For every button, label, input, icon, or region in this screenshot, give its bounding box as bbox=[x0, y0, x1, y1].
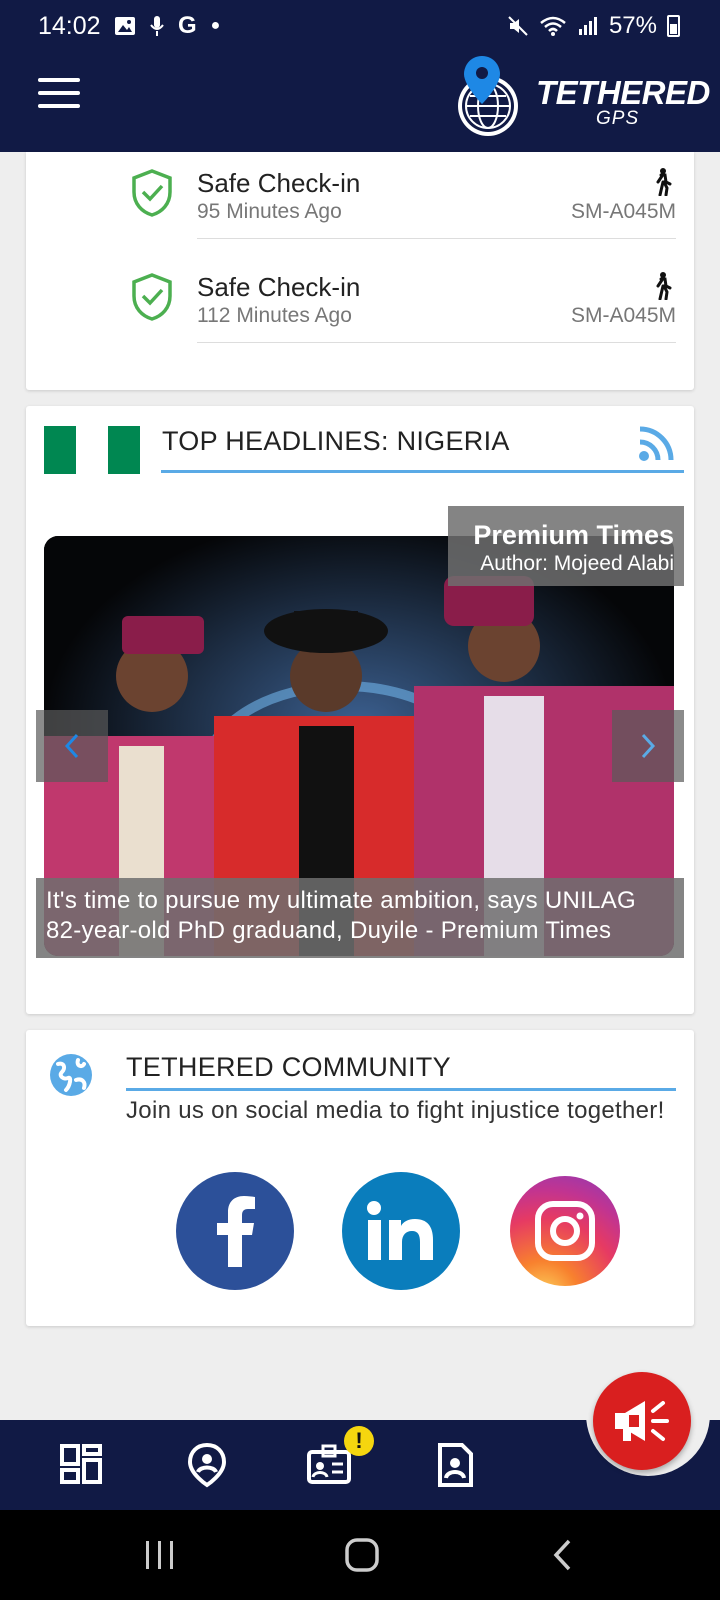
divider bbox=[197, 238, 676, 239]
status-time: 14:02 bbox=[38, 12, 101, 40]
checkin-title: Safe Check-in bbox=[197, 272, 361, 302]
chevron-right-icon bbox=[641, 733, 656, 759]
checkin-title: Safe Check-in bbox=[197, 168, 361, 198]
previous-button[interactable] bbox=[36, 710, 108, 782]
tethered-logo: TETHERED GPS bbox=[452, 56, 710, 140]
linkedin-button[interactable] bbox=[342, 1172, 460, 1290]
headlines-title: TOP HEADLINES: NIGERIA bbox=[162, 426, 510, 456]
checkin-row[interactable]: Safe Check-in 112 Minutes Ago SM-A045M bbox=[26, 262, 694, 366]
recent-apps-button[interactable] bbox=[135, 1532, 185, 1578]
dot-icon: ● bbox=[210, 17, 221, 34]
instagram-button[interactable] bbox=[510, 1176, 620, 1286]
logo-subtitle: GPS bbox=[596, 108, 640, 129]
back-icon bbox=[553, 1539, 571, 1571]
menu-button[interactable] bbox=[38, 78, 80, 108]
google-icon: G bbox=[178, 12, 197, 39]
source-author: Author: Mojeed Alabi bbox=[480, 552, 674, 575]
shield-check-icon bbox=[132, 169, 172, 217]
community-title: TETHERED COMMUNITY bbox=[126, 1052, 451, 1082]
checkin-time: 112 Minutes Ago bbox=[197, 304, 352, 327]
globe-icon bbox=[50, 1054, 92, 1096]
alert-badge: ! bbox=[344, 1426, 374, 1456]
instagram-icon bbox=[535, 1201, 595, 1261]
globe-pin-icon bbox=[458, 56, 518, 136]
headlines-card: TOP HEADLINES: NIGERIA Premium Times Aut… bbox=[26, 406, 694, 1014]
status-left-icons: G ● bbox=[114, 12, 220, 40]
walking-icon bbox=[656, 168, 672, 196]
home-button[interactable] bbox=[337, 1532, 387, 1578]
checkin-list: Safe Check-in 95 Minutes Ago SM-A045M Sa… bbox=[26, 152, 694, 390]
checkin-device: SM-A045M bbox=[570, 304, 676, 327]
headline-caption[interactable]: It's time to pursue my ultimate ambition… bbox=[36, 878, 684, 958]
walking-icon bbox=[656, 272, 672, 300]
battery-percent: 57% bbox=[608, 12, 657, 39]
chevron-left-icon bbox=[64, 733, 79, 759]
signal-icon bbox=[578, 17, 597, 35]
title-underline bbox=[126, 1088, 676, 1091]
rss-icon[interactable] bbox=[638, 424, 676, 462]
facebook-button[interactable] bbox=[176, 1172, 294, 1290]
mic-icon bbox=[150, 16, 164, 36]
location-icon[interactable] bbox=[184, 1442, 230, 1488]
community-subtitle: Join us on social media to fight injusti… bbox=[126, 1097, 665, 1124]
back-button[interactable] bbox=[538, 1532, 588, 1578]
document-icon[interactable] bbox=[432, 1442, 478, 1488]
logo-title: TETHERED bbox=[536, 74, 710, 111]
megaphone-icon bbox=[615, 1401, 669, 1441]
source-name: Premium Times bbox=[473, 520, 674, 550]
checkin-device: SM-A045M bbox=[570, 200, 676, 223]
recent-apps-icon bbox=[146, 1541, 173, 1569]
wifi-icon bbox=[540, 16, 566, 36]
linkedin-icon bbox=[367, 1201, 433, 1260]
dashboard-icon[interactable] bbox=[58, 1442, 104, 1488]
id-card-icon[interactable] bbox=[306, 1442, 352, 1488]
checkin-row[interactable]: Safe Check-in 95 Minutes Ago SM-A045M bbox=[26, 158, 694, 262]
status-right: 57% bbox=[507, 12, 680, 40]
home-icon bbox=[345, 1538, 379, 1572]
nigeria-flag-icon bbox=[44, 426, 140, 474]
battery-icon bbox=[667, 15, 680, 37]
next-button[interactable] bbox=[612, 710, 684, 782]
community-card: TETHERED COMMUNITY Join us on social med… bbox=[26, 1030, 694, 1326]
sos-alert-button[interactable] bbox=[593, 1372, 691, 1470]
shield-check-icon bbox=[132, 273, 172, 321]
app-header: 14:02 G ● 57% TETHERED GPS bbox=[0, 0, 720, 152]
source-overlay: Premium Times Author: Mojeed Alabi bbox=[448, 506, 684, 586]
mute-icon bbox=[508, 16, 528, 36]
title-underline bbox=[161, 470, 684, 473]
facebook-icon bbox=[217, 1196, 255, 1267]
system-navigation-bar bbox=[0, 1510, 720, 1600]
divider bbox=[197, 342, 676, 343]
gallery-icon bbox=[115, 17, 135, 35]
checkin-time: 95 Minutes Ago bbox=[197, 200, 342, 223]
